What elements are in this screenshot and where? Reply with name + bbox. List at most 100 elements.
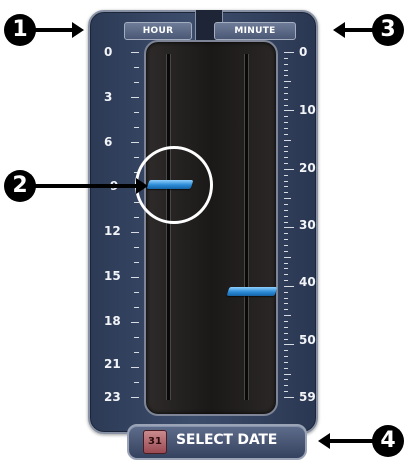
minute-tick-label: 0 — [299, 45, 308, 59]
hour-minor-tick — [134, 127, 139, 128]
hour-tick-label: 0 — [104, 45, 113, 59]
minute-minor-tick — [284, 70, 288, 71]
hour-tick-label: 12 — [104, 224, 121, 238]
minute-slider-thumb[interactable] — [226, 287, 278, 296]
minute-minor-tick — [284, 198, 291, 199]
select-date-label: SELECT DATE — [176, 432, 278, 448]
minute-minor-tick — [284, 58, 288, 59]
hour-minor-tick — [134, 247, 139, 248]
minute-minor-tick — [284, 157, 288, 158]
minute-minor-tick — [284, 93, 288, 94]
hour-tick-label: 21 — [104, 357, 121, 371]
hour-tick-label: 3 — [104, 90, 113, 104]
hour-groove — [166, 54, 171, 400]
minute-minor-tick — [284, 391, 288, 392]
calendar-icon: 31 — [143, 430, 167, 454]
minute-tick-label: 50 — [299, 333, 316, 347]
hour-tick-label: 23 — [104, 390, 121, 404]
hour-minor-tick — [134, 82, 139, 83]
callout-arrow-1 — [34, 28, 74, 32]
hour-major-tick — [131, 322, 139, 323]
minute-minor-tick — [284, 298, 288, 299]
callout-arrow-2 — [34, 184, 138, 188]
minute-header: MINUTE — [214, 22, 296, 40]
hour-minor-tick — [134, 292, 139, 293]
hour-tick-label: 15 — [104, 269, 121, 283]
minute-major-tick — [284, 52, 294, 53]
minute-minor-tick — [284, 251, 288, 252]
minute-minor-tick — [284, 75, 288, 76]
hour-minor-tick — [134, 307, 139, 308]
hour-major-tick — [131, 142, 139, 143]
minute-minor-tick — [284, 356, 288, 357]
minute-minor-tick — [284, 222, 288, 223]
slider-track — [144, 40, 278, 416]
minute-minor-tick — [284, 64, 288, 65]
minute-major-tick — [284, 286, 294, 287]
callout-arrowhead-1 — [72, 22, 84, 38]
hour-major-tick — [131, 397, 139, 398]
callout-arrow-4 — [330, 439, 376, 443]
minute-groove — [244, 54, 249, 400]
minute-minor-tick — [284, 128, 288, 129]
minute-minor-tick — [284, 274, 288, 275]
minute-tick-label: 30 — [299, 218, 316, 232]
minute-minor-tick — [284, 362, 288, 363]
minute-minor-tick — [284, 181, 288, 182]
minute-minor-tick — [284, 268, 288, 269]
minute-minor-tick — [284, 87, 288, 88]
hour-major-tick — [131, 97, 139, 98]
hour-major-tick — [131, 232, 139, 233]
minute-minor-tick — [284, 210, 288, 211]
callout-badge-1: 1 — [4, 14, 36, 46]
minute-minor-tick — [284, 245, 288, 246]
minute-minor-tick — [284, 303, 288, 304]
minute-minor-tick — [284, 385, 288, 386]
hour-minor-tick — [134, 217, 139, 218]
minute-tick-label: 40 — [299, 275, 316, 289]
minute-minor-tick — [284, 233, 288, 234]
minute-minor-tick — [284, 216, 288, 217]
minute-minor-tick — [284, 81, 291, 82]
minute-minor-tick — [284, 339, 288, 340]
minute-minor-tick — [284, 379, 288, 380]
callout-badge-4: 4 — [372, 425, 404, 457]
callout-arrow-3 — [344, 28, 376, 32]
minute-minor-tick — [284, 280, 288, 281]
minute-minor-tick — [284, 146, 288, 147]
minute-minor-tick — [284, 350, 288, 351]
hour-tick-label: 6 — [104, 135, 113, 149]
minute-minor-tick — [284, 163, 288, 164]
minute-minor-tick — [284, 99, 288, 100]
minute-minor-tick — [284, 239, 288, 240]
hour-major-tick — [131, 52, 139, 53]
minute-major-tick — [284, 227, 294, 228]
callout-arrowhead-2 — [136, 178, 148, 194]
callout-badge-2: 2 — [4, 170, 36, 202]
callout-arrowhead-3 — [333, 22, 345, 38]
minute-minor-tick — [284, 140, 291, 141]
minute-tick-label: 59 — [299, 390, 316, 404]
minute-minor-tick — [284, 309, 288, 310]
hour-minor-tick — [134, 67, 139, 68]
minute-major-tick — [284, 110, 294, 111]
minute-minor-tick — [284, 368, 288, 369]
hour-minor-tick — [134, 157, 139, 158]
minute-minor-tick — [284, 333, 288, 334]
minute-minor-tick — [284, 105, 288, 106]
minute-major-tick — [284, 169, 294, 170]
minute-minor-tick — [284, 315, 291, 316]
minute-tick-label: 20 — [299, 161, 316, 175]
minute-minor-tick — [284, 292, 288, 293]
hour-minor-tick — [134, 337, 139, 338]
hour-tick-label: 18 — [104, 314, 121, 328]
hour-minor-tick — [134, 352, 139, 353]
minute-major-tick — [284, 344, 294, 345]
minute-minor-tick — [284, 374, 291, 375]
hour-major-tick — [131, 367, 139, 368]
minute-minor-tick — [284, 151, 288, 152]
minute-minor-tick — [284, 263, 288, 264]
hour-minor-tick — [134, 382, 139, 383]
minute-major-tick — [284, 397, 294, 398]
hour-minor-tick — [134, 262, 139, 263]
